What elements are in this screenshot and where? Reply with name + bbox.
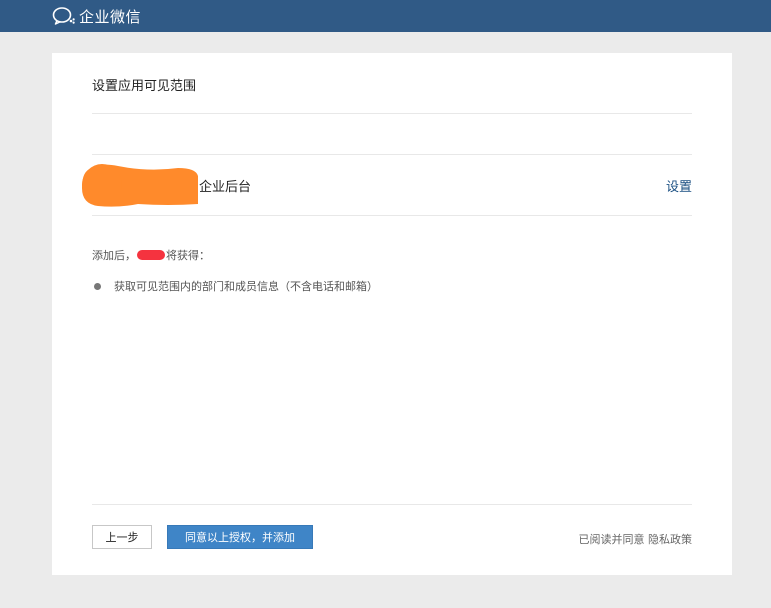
policy-prefix: 已阅读并同意 xyxy=(578,533,648,546)
redaction-scribble xyxy=(82,164,198,207)
brand[interactable]: 企业微信 xyxy=(52,6,141,26)
visibility-dialog: 设置应用可见范围 企业后台 设置 添加后， 将获得： 获取可见范围内的部门和成员… xyxy=(52,53,732,575)
permissions-intro-prefix: 添加后， xyxy=(92,249,136,262)
privacy-policy-link[interactable]: 隐私政策 xyxy=(648,533,692,546)
redaction-mark xyxy=(137,250,165,260)
divider-footer xyxy=(92,504,692,505)
permission-text: 获取可见范围内的部门和成员信息（不含电话和邮箱） xyxy=(114,280,378,293)
previous-step-button[interactable]: 上一步 xyxy=(92,525,152,549)
permission-item: 获取可见范围内的部门和成员信息（不含电话和邮箱） xyxy=(92,278,378,294)
bullet-dot xyxy=(94,282,101,290)
permissions-intro-suffix: 将获得： xyxy=(166,249,210,262)
agree-and-add-button[interactable]: 同意以上授权，并添加 xyxy=(167,525,313,549)
set-scope-link[interactable]: 设置 xyxy=(666,176,692,195)
policy-notice: 已阅读并同意 隐私政策 xyxy=(579,531,693,547)
visibility-row: 企业后台 设置 xyxy=(82,155,692,216)
brand-name: 企业微信 xyxy=(79,7,142,26)
divider-row-bottom xyxy=(92,215,692,216)
top-bar: 企业微信 xyxy=(0,0,771,32)
wecom-chat-bubble-icon xyxy=(52,7,75,25)
dialog-title: 设置应用可见范围 xyxy=(92,79,197,94)
target-label: 企业后台 xyxy=(199,180,252,195)
permissions-intro: 添加后， 将获得： xyxy=(92,247,210,263)
divider-top xyxy=(92,113,692,114)
